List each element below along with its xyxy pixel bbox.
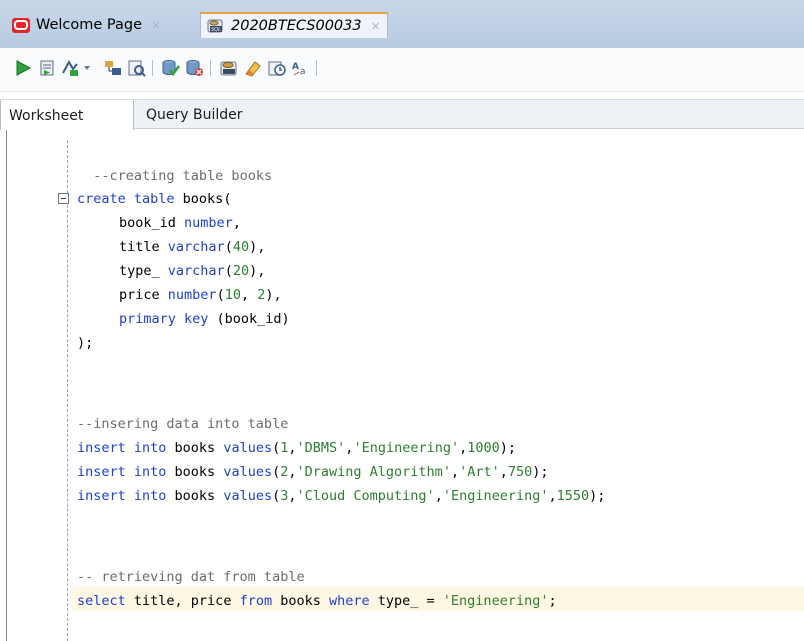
code-line-insert-2[interactable]: insert into books values(2,'Drawing Algo… (77, 460, 549, 484)
tab-welcome-page[interactable]: Welcome Page × (6, 12, 194, 38)
toolbar-separator (152, 60, 153, 76)
sql-history-button[interactable] (266, 57, 288, 79)
eraser-icon (243, 59, 263, 77)
sql-file-icon: SQL (207, 18, 225, 34)
clear-button[interactable] (242, 57, 264, 79)
tab-label: Welcome Page (36, 17, 143, 33)
unshared-worksheet-button[interactable] (218, 57, 240, 79)
explain-plan-icon (103, 59, 123, 77)
fold-guide (67, 140, 68, 641)
play-icon (14, 59, 32, 77)
oracle-icon (12, 17, 30, 33)
run-statement-button[interactable] (12, 57, 34, 79)
commit-icon (161, 59, 181, 77)
close-icon[interactable]: × (151, 18, 161, 32)
tab-sql-worksheet[interactable]: SQL 2020BTECS00033 × (200, 12, 388, 38)
rollback-button[interactable] (184, 57, 206, 79)
editor-gutter-border (6, 130, 7, 641)
code-line-select[interactable]: select title, price from books where typ… (77, 589, 557, 613)
run-script-button[interactable] (36, 57, 58, 79)
svg-text:SQL: SQL (211, 27, 221, 33)
format-button[interactable]: Aa (290, 57, 312, 79)
code-line-close-paren[interactable]: ); (77, 331, 93, 355)
sql-tuning-advisor-button[interactable] (126, 57, 148, 79)
unshared-sql-icon (219, 59, 239, 77)
tab-label: Worksheet (9, 107, 84, 124)
autotrace-icon (61, 59, 81, 77)
code-line-comment-create[interactable]: --creating table books (77, 140, 272, 184)
code-line-book-id[interactable]: book_id number, (119, 211, 241, 235)
code-line-title[interactable]: title varchar(40), (119, 235, 265, 259)
tab-worksheet[interactable]: Worksheet (0, 100, 134, 131)
tuning-advisor-icon (127, 59, 147, 77)
explain-plan-button[interactable] (102, 57, 124, 79)
toolbar-separator (316, 60, 317, 76)
document-tab-bar: Welcome Page × SQL 2020BTECS00033 × (0, 0, 804, 48)
tab-label: 2020BTECS00033 (231, 18, 362, 34)
collapse-icon[interactable] (58, 193, 69, 204)
commit-button[interactable] (160, 57, 182, 79)
toolbar-separator (210, 60, 211, 76)
code-line-price[interactable]: price number(10, 2), (119, 283, 282, 307)
autotrace-dropdown[interactable] (80, 57, 94, 79)
autotrace-button[interactable] (60, 57, 82, 79)
code-line-comment-insert[interactable]: --insering data into table (77, 412, 288, 436)
tab-label: Query Builder (146, 107, 243, 123)
code-line-type[interactable]: type_ varchar(20), (119, 259, 265, 283)
svg-text:A: A (292, 62, 299, 72)
code-line-comment-retrieve[interactable]: -- retrieving dat from table (77, 565, 305, 589)
code-line-create-table[interactable]: create table books( (77, 187, 231, 211)
rollback-icon (185, 59, 205, 77)
svg-text:a: a (300, 67, 306, 77)
worksheet-subtabs: Worksheet Query Builder (0, 99, 804, 131)
history-icon (267, 59, 287, 77)
close-icon[interactable]: × (371, 19, 381, 33)
text-format-icon: Aa (291, 59, 311, 77)
code-line-primary-key[interactable]: primary key (book_id) (119, 307, 290, 331)
code-line-insert-1[interactable]: insert into books values(1,'DBMS','Engin… (77, 436, 516, 460)
worksheet-toolbar: Aa (0, 48, 804, 92)
tab-query-builder[interactable]: Query Builder (138, 100, 278, 130)
code-line-insert-3[interactable]: insert into books values(3,'Cloud Comput… (77, 484, 605, 508)
chevron-down-icon (82, 63, 92, 73)
run-script-icon (38, 59, 56, 77)
